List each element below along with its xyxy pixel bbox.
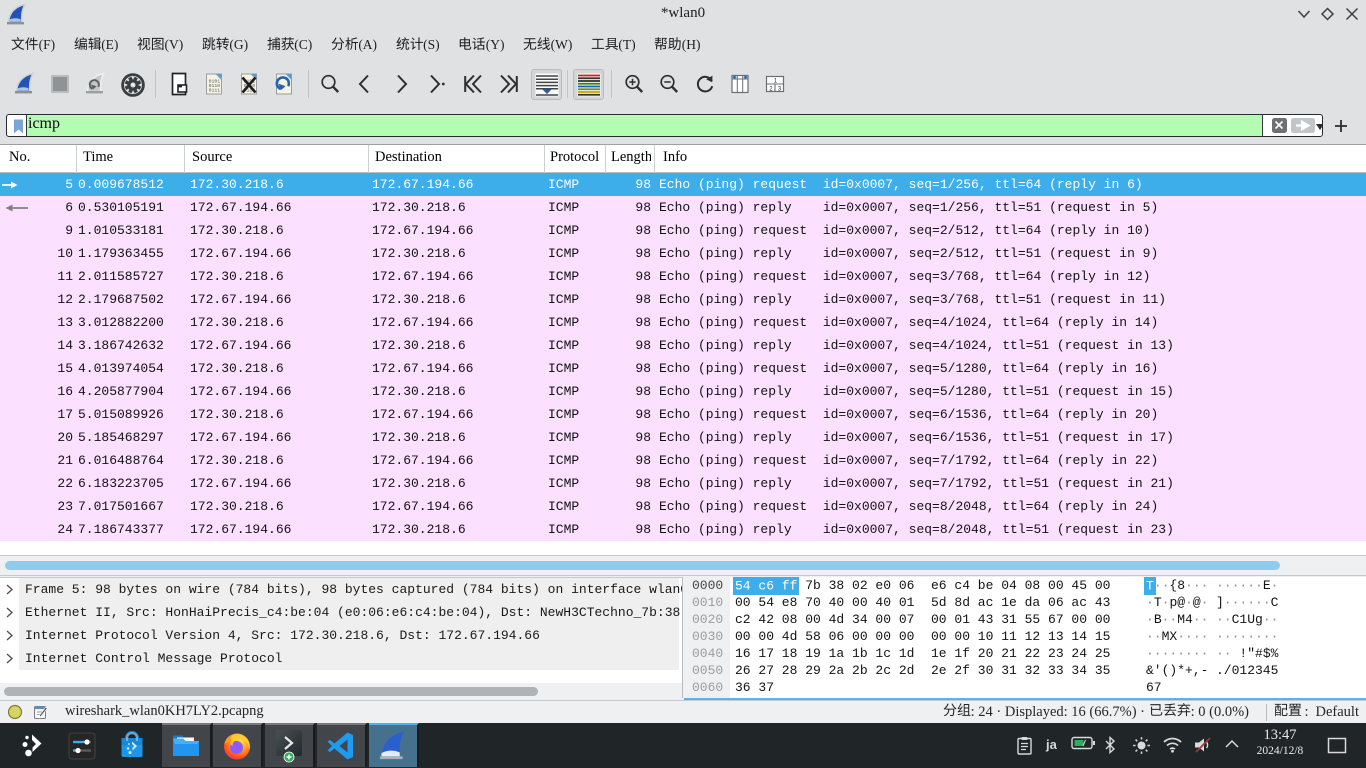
svg-text:0111: 0111 [209,88,221,94]
